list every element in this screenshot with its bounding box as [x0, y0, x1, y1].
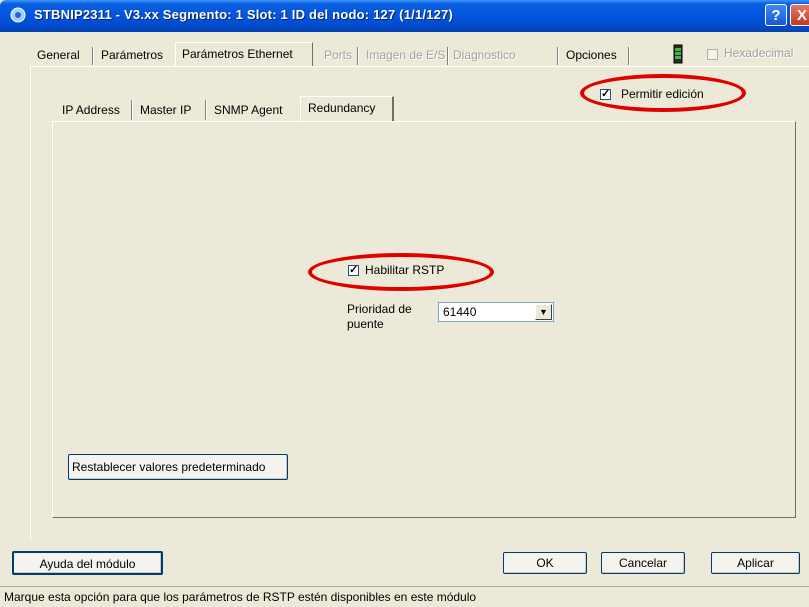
battery-icon — [673, 44, 683, 64]
tab-separator — [205, 100, 207, 120]
hexadecimal-checkbox — [707, 49, 718, 60]
tab-opciones[interactable]: Opciones — [566, 45, 617, 65]
puente-label: puente — [347, 317, 384, 331]
tab-separator — [357, 47, 359, 65]
tab-separator — [447, 47, 449, 65]
tab-diagnostico: Diagnostico — [453, 48, 516, 62]
prioridad-value: 61440 — [443, 305, 477, 319]
aplicar-button[interactable]: Aplicar — [711, 552, 800, 574]
ok-button[interactable]: OK — [503, 552, 587, 574]
window-title: STBNIP2311 - V3.xx Segmento: 1 Slot: 1 I… — [34, 7, 454, 22]
tab-parametros-ethernet[interactable]: Parámetros Ethernet — [175, 42, 313, 66]
highlight-circle — [580, 74, 746, 112]
tab-imagen-es: Imagen de E/S — [366, 48, 446, 62]
tab-general[interactable]: General — [37, 45, 80, 65]
title-bar: STBNIP2311 - V3.xx Segmento: 1 Slot: 1 I… — [0, 0, 809, 32]
tab-master-ip[interactable]: Master IP — [140, 101, 191, 119]
close-icon[interactable]: X — [790, 4, 809, 26]
prioridad-select[interactable]: 61440 ▼ — [438, 302, 554, 322]
tab-ports: Ports — [324, 48, 353, 62]
tab-ip-address[interactable]: IP Address — [62, 101, 120, 119]
tab-separator — [557, 47, 559, 65]
help-icon[interactable]: ? — [765, 4, 787, 26]
highlight-circle — [308, 253, 494, 291]
hexadecimal-label: Hexadecimal — [724, 46, 794, 60]
ayuda-del-modulo-button[interactable]: Ayuda del módulo — [12, 551, 163, 575]
tab-separator — [131, 100, 133, 120]
tab-snmp-agent[interactable]: SNMP Agent — [214, 101, 282, 119]
tab-separator — [92, 47, 94, 65]
prioridad-label: Prioridad de — [347, 302, 412, 316]
restore-defaults-button[interactable]: Restablecer valores predeterminado — [68, 454, 288, 480]
status-bar: Marque esta opción para que los parámetr… — [0, 586, 809, 606]
tab-parametros[interactable]: Parámetros — [101, 45, 163, 65]
dropdown-arrow-icon[interactable]: ▼ — [535, 304, 552, 320]
app-icon — [10, 7, 26, 23]
tab-redundancy[interactable]: Redundancy — [300, 96, 394, 122]
cancelar-button[interactable]: Cancelar — [601, 552, 685, 574]
tab-separator — [628, 47, 630, 65]
